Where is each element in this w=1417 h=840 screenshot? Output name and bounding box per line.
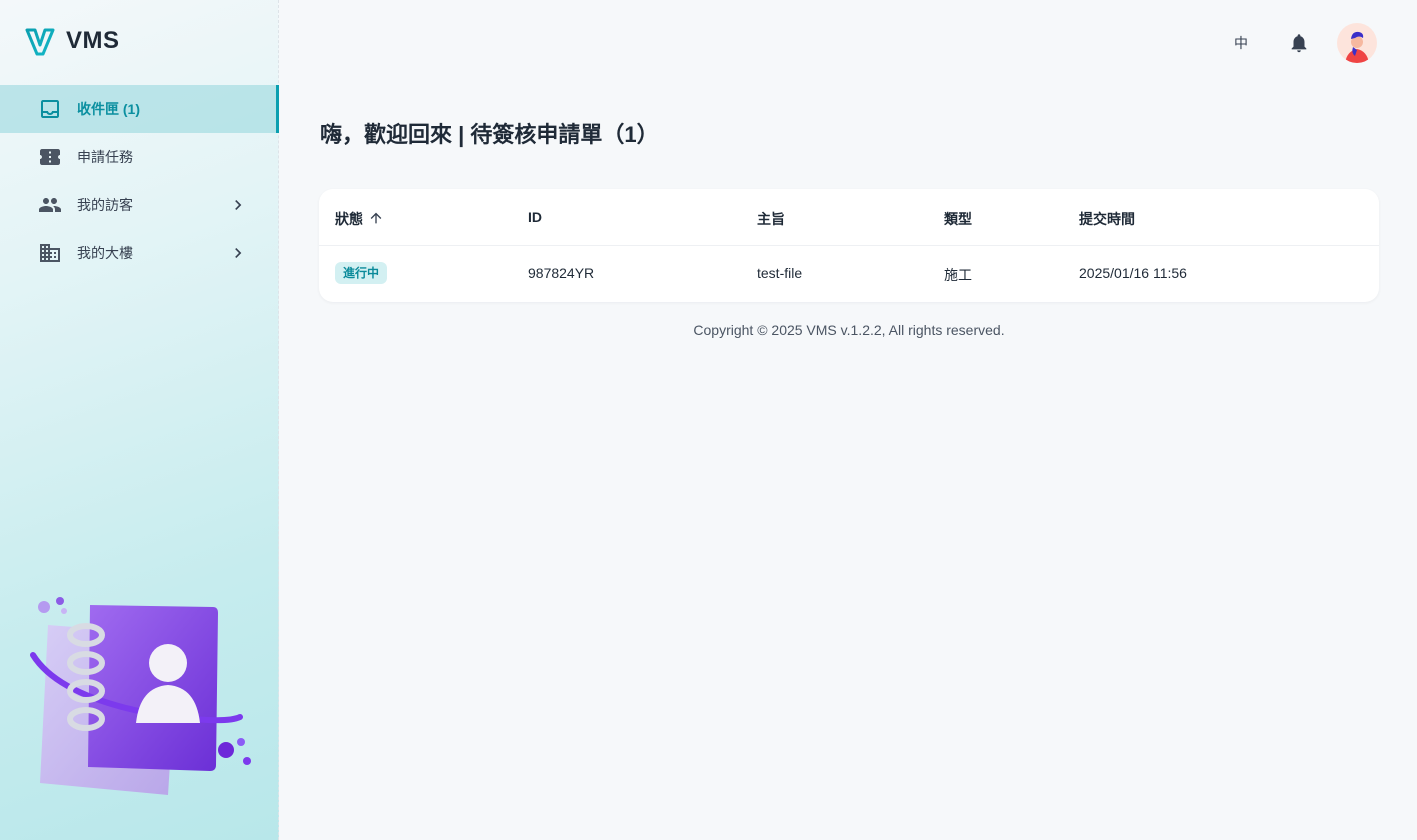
brand-name: VMS	[66, 27, 120, 54]
sidebar-item-label: 申請任務	[77, 149, 133, 165]
column-header-label: 主旨	[757, 211, 785, 227]
building-icon	[38, 241, 62, 265]
column-header-label: ID	[528, 209, 542, 225]
status-badge: 進行中	[335, 262, 388, 284]
sidebar: VMS 收件匣 (1) 申請任務 我的訪客 我的大樓	[0, 0, 279, 840]
sidebar-item-label: 我的訪客	[77, 197, 133, 213]
ticket-icon	[38, 145, 62, 169]
footer-copyright: Copyright © 2025 VMS v.1.2.2, All rights…	[693, 322, 1005, 338]
cell-submitted: 2025/01/16 11:56	[1079, 265, 1187, 281]
page-title: 嗨，歡迎回來 | 待簽核申請單（1）	[320, 122, 659, 147]
people-icon	[38, 193, 62, 217]
column-header-type[interactable]: 類型	[944, 209, 972, 229]
arrow-up-icon[interactable]	[363, 210, 384, 229]
column-header-submitted[interactable]: 提交時間	[1079, 209, 1135, 229]
sidebar-item-label: 我的大樓	[77, 245, 133, 261]
chevron-right-icon[interactable]	[228, 195, 248, 215]
bell-icon[interactable]	[1288, 32, 1310, 54]
address-book-illustration	[28, 595, 258, 800]
brand-logo[interactable]: VMS	[24, 24, 120, 58]
inbox-icon	[38, 97, 62, 121]
user-avatar[interactable]	[1337, 23, 1377, 63]
column-header-status[interactable]: 狀態	[335, 209, 384, 229]
cell-type: 施工	[944, 267, 972, 283]
column-header-id[interactable]: ID	[528, 209, 542, 225]
column-header-label: 狀態	[335, 211, 363, 227]
sidebar-item-tasks[interactable]: 申請任務	[0, 133, 279, 181]
language-switch[interactable]: 中	[1231, 33, 1251, 53]
sidebar-item-buildings[interactable]: 我的大樓	[0, 229, 279, 277]
chevron-right-icon[interactable]	[228, 243, 248, 263]
cell-id: 987824YR	[528, 265, 595, 281]
column-header-label: 提交時間	[1079, 211, 1135, 227]
table-row[interactable]: 進行中 987824YR test-file 施工 2025/01/16 11:…	[319, 246, 1379, 302]
sidebar-item-inbox[interactable]: 收件匣 (1)	[0, 85, 279, 133]
cell-subject: test-file	[757, 265, 803, 281]
sidebar-item-label: 收件匣 (1)	[77, 101, 140, 117]
sidebar-item-visitors[interactable]: 我的訪客	[0, 181, 279, 229]
table-header: 狀態 ID 主旨 類型 提交時間	[319, 189, 1379, 246]
approval-table: 狀態 ID 主旨 類型 提交時間 進行中 987824YR test-file …	[319, 189, 1379, 302]
vms-logo-icon	[25, 28, 55, 56]
column-header-subject[interactable]: 主旨	[757, 209, 785, 229]
column-header-label: 類型	[944, 211, 972, 227]
sidebar-nav: 收件匣 (1) 申請任務 我的訪客 我的大樓	[0, 85, 279, 277]
